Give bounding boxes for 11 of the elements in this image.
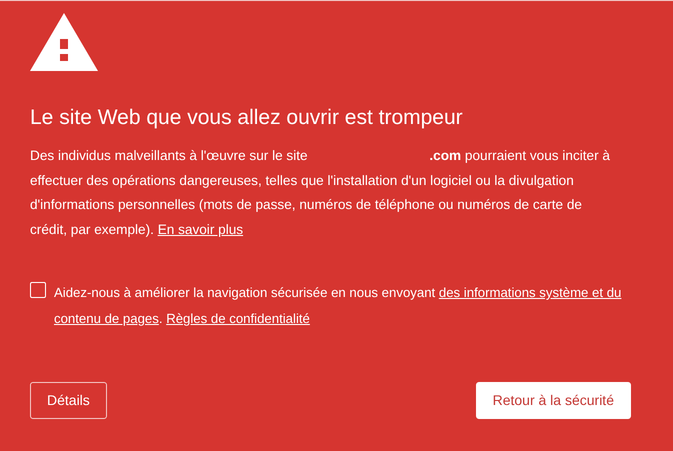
- back-to-safety-button[interactable]: Retour à la sécurité: [476, 382, 631, 420]
- warning-icon: [30, 13, 98, 71]
- warning-description: Des individus malveillants à l'œuvre sur le site .com pourraient vous inciter à effectuer des opérations dangereuses, telles que l'installation d'un logiciel ou la divulgation d'informations personnelles (mots de passe, numéros de téléphone ou numéros de carte de crédit, par exemple). En savoir plus: [30, 147, 610, 239]
- details-button[interactable]: Détails: [30, 382, 107, 420]
- system-info-link[interactable]: contenu de pages: [54, 311, 159, 326]
- checkbox-label: Aidez-nous à améliorer la navigation sécurisée en nous envoyant des informations système et du contenu de pages. Règles de confidentialité: [54, 284, 622, 328]
- checkbox[interactable]: [30, 282, 46, 298]
- learn-more-link[interactable]: En savoir plus: [158, 222, 244, 237]
- page-title: Le site Web que vous allez ouvrir est trompeur: [30, 105, 464, 130]
- system-info-link[interactable]: des informations système et du: [438, 285, 622, 300]
- privacy-policy-link[interactable]: Règles de confidentialité: [166, 311, 310, 326]
